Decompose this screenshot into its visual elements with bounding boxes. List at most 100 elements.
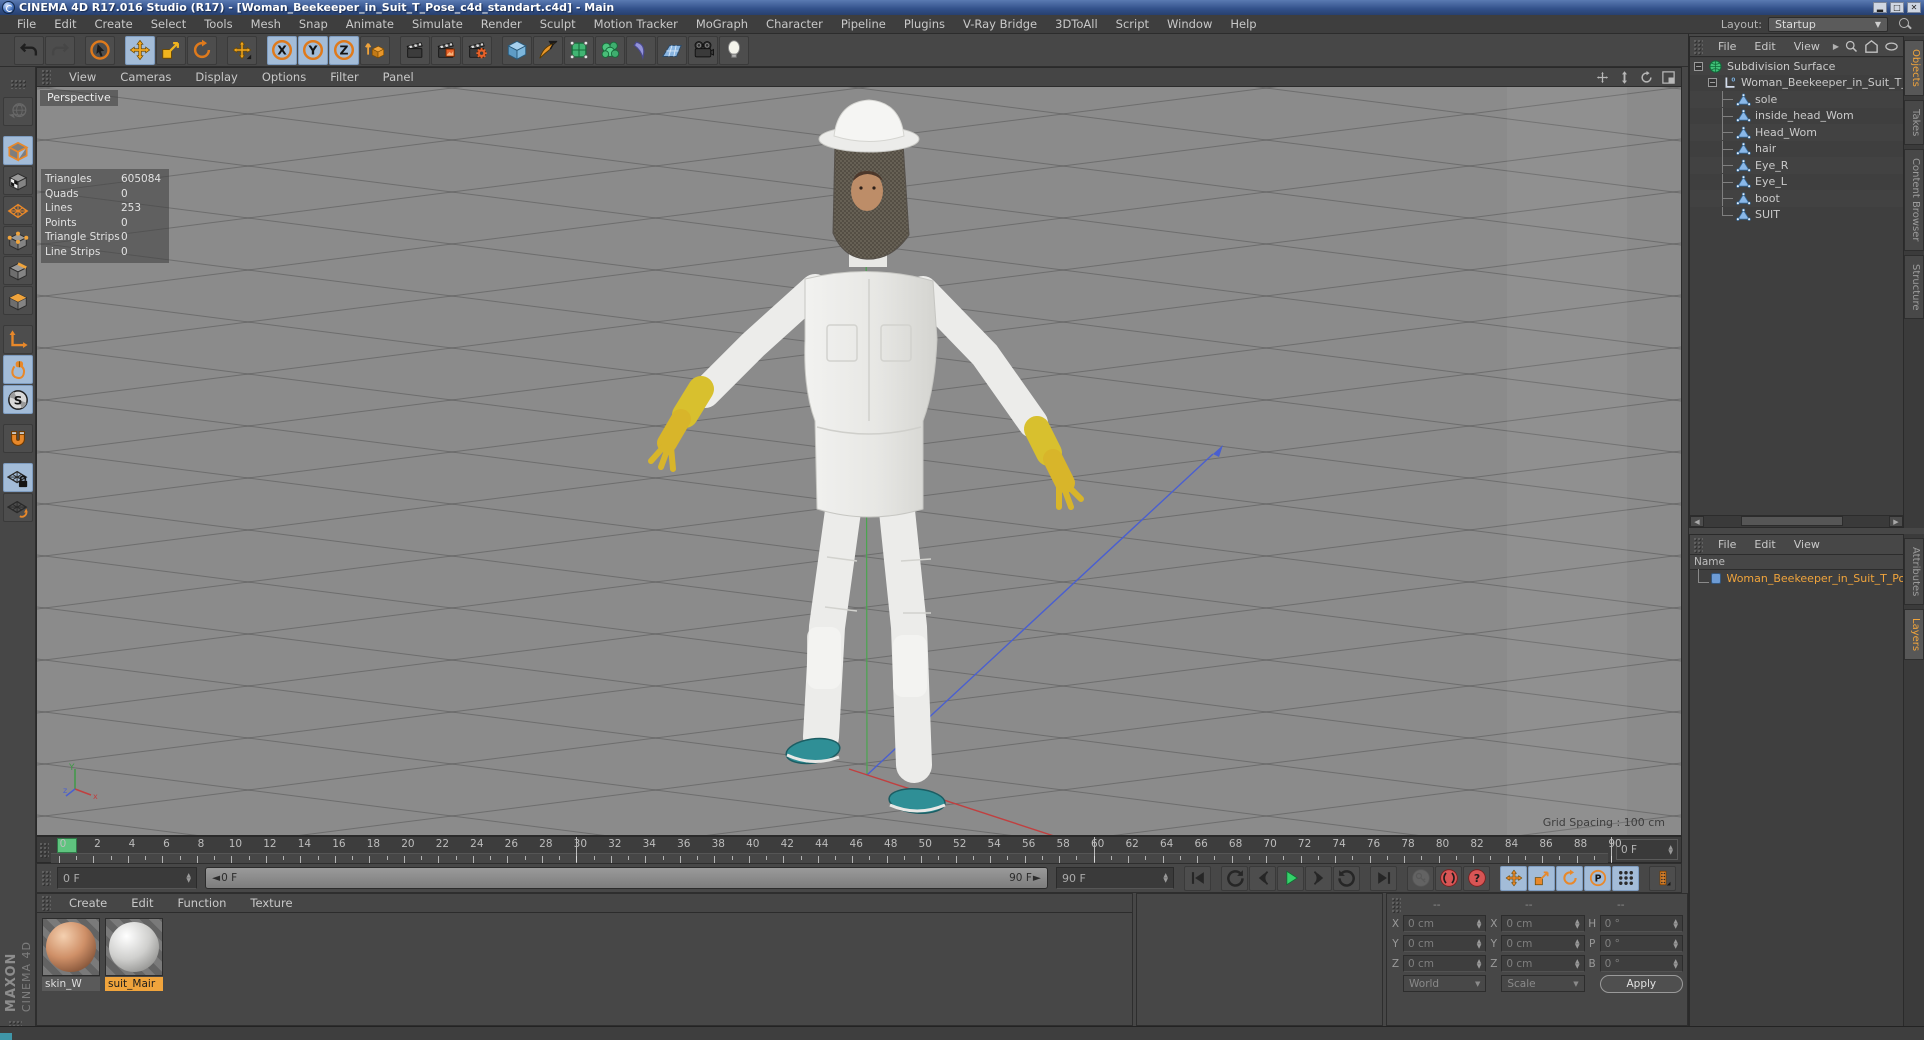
polygons-mode-button[interactable] [2, 286, 33, 315]
enable-snap-button[interactable] [2, 424, 33, 453]
apply-button[interactable]: Apply [1599, 975, 1683, 993]
record-objects-button[interactable] [1407, 865, 1434, 891]
material-preview[interactable] [42, 918, 100, 976]
spinner-icon[interactable]: ▲ ▼ [1569, 918, 1580, 929]
maximize-icon[interactable]: □ [1890, 2, 1904, 13]
menu-character[interactable]: Character [757, 17, 832, 31]
spinner-icon[interactable]: ▲ ▼ [1569, 938, 1580, 949]
tab-objects[interactable]: Objects [1904, 40, 1924, 96]
layer-manager-menu-edit[interactable]: Edit [1745, 538, 1784, 551]
object-manager-grip[interactable] [1693, 38, 1703, 55]
material-menu-create[interactable]: Create [57, 896, 119, 910]
tab-structure[interactable]: Structure [1904, 254, 1924, 320]
coordinate-value-field[interactable]: 0 ° ▲ ▼ [1599, 955, 1683, 972]
render-picture-viewer-button[interactable] [431, 35, 461, 65]
coordinate-value-field[interactable]: 0 cm ▲ ▼ [1403, 935, 1487, 952]
spinner-icon[interactable]: ▲ ▼ [1662, 844, 1673, 855]
pan-view-icon[interactable] [1593, 70, 1611, 85]
make-editable-button[interactable] [2, 97, 33, 126]
coord-system-button[interactable] [360, 35, 390, 65]
layer-manager-menu-view[interactable]: View [1785, 538, 1829, 551]
menu-select[interactable]: Select [142, 17, 195, 31]
menu-mograph[interactable]: MoGraph [687, 17, 757, 31]
next-key-button[interactable] [1333, 865, 1360, 891]
object-name[interactable]: hair [1755, 142, 1776, 155]
object-name[interactable]: Woman_Beekeeper_in_Suit_T_Pose [1741, 76, 1903, 89]
layer-manager-grip[interactable] [1693, 536, 1703, 553]
tab-layers[interactable]: Layers [1904, 609, 1924, 661]
material-item[interactable]: suit_Mair [105, 918, 163, 991]
scroll-right-icon[interactable]: ▶ [1889, 516, 1903, 527]
snap-settings-button[interactable]: S [2, 385, 33, 414]
object-tree-row[interactable]: Head_Wom [1690, 124, 1903, 141]
render-view-button[interactable] [400, 35, 430, 65]
menu-snap[interactable]: Snap [290, 17, 337, 31]
ruler-frame-field[interactable]: 0 F ▲ ▼ [1616, 839, 1678, 860]
spinner-icon[interactable]: ▲ ▼ [180, 873, 191, 884]
layer-item[interactable]: Woman_Beekeeper_in_Suit_T_Pose [1690, 568, 1903, 587]
key-rotation-button[interactable] [1556, 865, 1583, 891]
expand-toggle-icon[interactable]: − [1708, 78, 1717, 88]
layer-color-swatch[interactable] [1711, 573, 1722, 584]
undo-button[interactable] [14, 35, 44, 65]
home-icon[interactable] [1863, 39, 1880, 55]
goto-start-button[interactable] [1184, 865, 1211, 891]
end-frame-field[interactable]: 90 F ▲ ▼ [1056, 867, 1174, 889]
scale-dropdown[interactable]: Scale ▼ [1501, 975, 1585, 992]
material-name[interactable]: suit_Mair [105, 977, 163, 991]
object-name[interactable]: inside_head_Wom [1755, 109, 1854, 122]
spinner-icon[interactable]: ▲ ▼ [1471, 958, 1482, 969]
menu-overflow-icon[interactable]: ▶ [1829, 42, 1843, 51]
menu-create[interactable]: Create [86, 17, 142, 31]
timeline-window-button[interactable] [1649, 865, 1676, 891]
edges-mode-button[interactable] [2, 256, 33, 285]
rotate-tool-button[interactable] [187, 35, 217, 65]
coordinate-value-field[interactable]: 0 ° ▲ ▼ [1599, 915, 1683, 932]
tab-content-browser[interactable]: Content Browser [1904, 149, 1924, 251]
goto-end-button[interactable] [1370, 865, 1397, 891]
view-label[interactable]: Perspective [40, 90, 118, 106]
menu-tools[interactable]: Tools [195, 17, 241, 31]
object-name[interactable]: Eye_L [1755, 175, 1787, 188]
minimize-icon[interactable]: ▂ [1873, 2, 1887, 13]
null-object-icon[interactable]: 0 [1721, 75, 1737, 91]
subdivision-surface-object-icon[interactable] [1707, 58, 1723, 74]
light-button[interactable] [719, 35, 749, 65]
object-name[interactable]: boot [1755, 192, 1780, 205]
material-menu-edit[interactable]: Edit [119, 896, 165, 910]
axis-x-lock-button[interactable]: X [267, 35, 297, 65]
tweak-mode-button[interactable] [2, 355, 33, 384]
tab-attributes[interactable]: Attributes [1904, 538, 1924, 606]
rotate-view-icon[interactable] [1637, 70, 1655, 85]
viewport-menu-display[interactable]: Display [183, 70, 249, 84]
object-tree-row[interactable]: SUIT [1690, 206, 1903, 224]
polygon-object-icon[interactable] [1735, 174, 1751, 190]
spinner-icon[interactable]: ▲ ▼ [1471, 938, 1482, 949]
material-name[interactable]: skin_W [42, 977, 100, 991]
spinner-icon[interactable]: ▲ ▼ [1471, 918, 1482, 929]
subdivision-surface-button[interactable] [564, 35, 594, 65]
lock-workplane-button[interactable] [2, 463, 33, 492]
object-tree-row[interactable]: Eye_R [1690, 157, 1903, 174]
current-frame-field[interactable]: 0 F ▲ ▼ [57, 867, 197, 889]
axis-mode-button[interactable] [2, 325, 33, 354]
modeling-objects-button[interactable] [595, 35, 625, 65]
object-tree-row[interactable]: inside_head_Wom [1690, 107, 1903, 125]
axis-y-lock-button[interactable]: Y [298, 35, 328, 65]
menu-animate[interactable]: Animate [337, 17, 403, 31]
last-tool-button[interactable] [227, 35, 257, 65]
key-pla-button[interactable] [1612, 865, 1639, 891]
coordinate-value-field[interactable]: 0 cm ▲ ▼ [1403, 955, 1487, 972]
object-name[interactable]: Subdivision Surface [1727, 60, 1835, 73]
object-manager-menu-edit[interactable]: Edit [1745, 40, 1784, 53]
key-position-button[interactable] [1500, 865, 1527, 891]
autokeying-button[interactable] [1435, 865, 1462, 891]
coordinates-grip[interactable] [1391, 897, 1401, 913]
menu-simulate[interactable]: Simulate [403, 17, 472, 31]
key-scale-button[interactable] [1528, 865, 1555, 891]
object-tree-row[interactable]: hair [1690, 140, 1903, 158]
deformer-button[interactable] [626, 35, 656, 65]
material-menu-texture[interactable]: Texture [238, 896, 304, 910]
material-menu-function[interactable]: Function [166, 896, 239, 910]
viewport-menu-filter[interactable]: Filter [318, 70, 370, 84]
